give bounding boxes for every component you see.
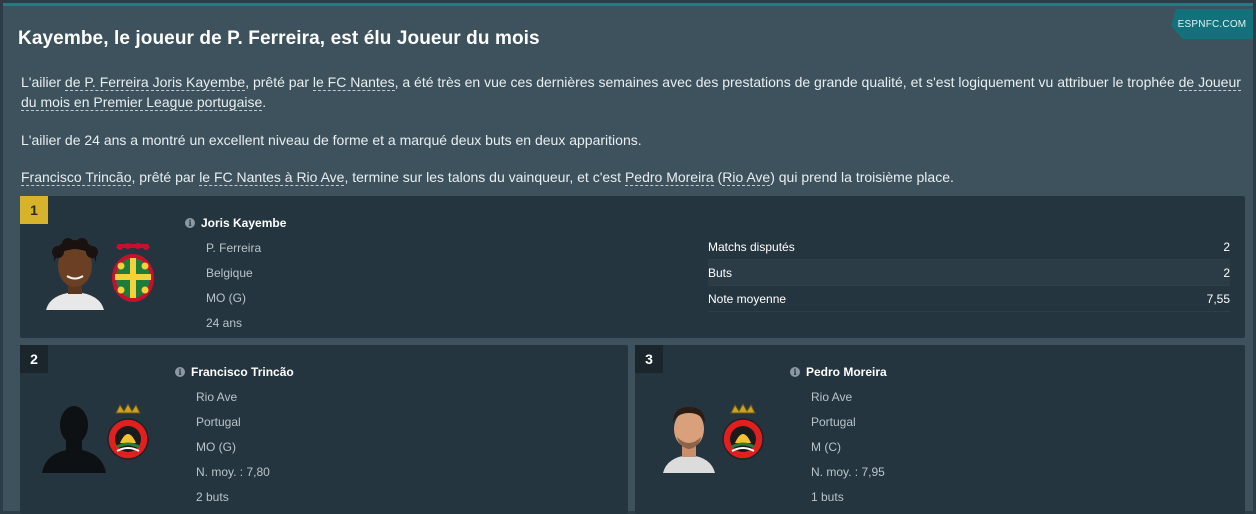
player-club[interactable]: P. Ferreira bbox=[206, 241, 261, 255]
stats-table: Matchs disputés 2 Buts 2 Note moyenne 7,… bbox=[708, 234, 1230, 312]
text: L'ailier bbox=[21, 74, 65, 90]
text: ( bbox=[713, 169, 723, 185]
text: , termine sur les talons du vainqueur, e… bbox=[344, 169, 625, 185]
paragraph-1: L'ailier de P. Ferreira Joris Kayembe, p… bbox=[21, 72, 1246, 112]
club-crest-pacos-ferreira bbox=[112, 243, 154, 302]
winner-card: 1 i Joris Kayembe P. Ferreira Belgique M… bbox=[20, 196, 1245, 338]
text: , prêté par bbox=[245, 74, 313, 90]
paragraph-2: L'ailier de 24 ans a montré un excellent… bbox=[21, 132, 642, 148]
text: , a été très en vue ces dernières semain… bbox=[394, 74, 1179, 90]
player-nationality: Portugal bbox=[811, 415, 856, 429]
player-age: 24 ans bbox=[206, 316, 243, 330]
news-panel: ESPNFC.COM Kayembe, le joueur de P. Ferr… bbox=[3, 3, 1253, 514]
text: , prêté par bbox=[131, 169, 200, 185]
rank-badge: 2 bbox=[20, 345, 48, 373]
loan-club-link[interactable]: le FC Nantes bbox=[312, 74, 395, 91]
player-name[interactable]: i Joris Kayembe bbox=[185, 216, 286, 230]
info-icon: i bbox=[790, 367, 800, 377]
text: . bbox=[262, 94, 267, 110]
stat-label: Matchs disputés bbox=[708, 239, 795, 254]
player-name-text[interactable]: Francisco Trincão bbox=[191, 365, 294, 379]
player-link-trincao[interactable]: Francisco Trincão bbox=[21, 169, 132, 186]
source-badge: ESPNFC.COM bbox=[1171, 9, 1253, 39]
player-nationality: Portugal bbox=[196, 415, 241, 429]
player-photo-moreira[interactable] bbox=[661, 401, 717, 473]
player-photo-kayembe[interactable] bbox=[40, 236, 110, 310]
player-goals: 2 buts bbox=[196, 490, 229, 504]
player-position: MO (G) bbox=[196, 440, 236, 454]
club-crest-rio-ave bbox=[722, 403, 764, 460]
player-goals: 1 buts bbox=[811, 490, 844, 504]
player-position: MO (G) bbox=[206, 291, 246, 305]
info-icon: i bbox=[185, 218, 195, 228]
stat-value: 2 bbox=[1223, 265, 1230, 280]
player-link-moreira[interactable]: Pedro Moreira bbox=[624, 169, 714, 186]
stat-value: 2 bbox=[1223, 239, 1230, 254]
player-name[interactable]: i Francisco Trincão bbox=[175, 365, 294, 379]
player-name-text[interactable]: Pedro Moreira bbox=[806, 365, 887, 379]
rank-badge: 3 bbox=[635, 345, 663, 373]
stat-label: Buts bbox=[708, 265, 733, 280]
stat-row: Matchs disputés 2 bbox=[708, 234, 1230, 260]
player-club[interactable]: Rio Ave bbox=[196, 390, 237, 404]
player-club[interactable]: Rio Ave bbox=[811, 390, 852, 404]
club-player-link[interactable]: de P. Ferreira Joris Kayembe bbox=[64, 74, 246, 91]
club-link-rio-ave[interactable]: Rio Ave bbox=[722, 169, 771, 186]
stat-row: Buts 2 bbox=[708, 260, 1230, 286]
club-crest-rio-ave bbox=[107, 403, 149, 460]
info-icon: i bbox=[175, 367, 185, 377]
player-name-text[interactable]: Joris Kayembe bbox=[201, 216, 286, 230]
stat-value: 7,55 bbox=[1206, 291, 1230, 306]
third-place-card: 3 i Pedro Moreira Rio Ave Portugal M (C)… bbox=[635, 345, 1245, 514]
player-name[interactable]: i Pedro Moreira bbox=[790, 365, 887, 379]
loan-club-link[interactable]: le FC Nantes à Rio Ave bbox=[199, 169, 345, 186]
player-rating: N. moy. : 7,80 bbox=[196, 465, 270, 479]
stat-row: Note moyenne 7,55 bbox=[708, 286, 1230, 312]
paragraph-3: Francisco Trincão, prêté par le FC Nante… bbox=[21, 167, 1246, 187]
player-position: M (C) bbox=[811, 440, 841, 454]
stat-label: Note moyenne bbox=[708, 291, 787, 306]
runner-up-card: 2 i Francisco Trincão Rio Ave Portugal M… bbox=[20, 345, 628, 514]
text: ) qui prend la troisième place. bbox=[770, 169, 954, 185]
rank-badge: 1 bbox=[20, 196, 48, 224]
player-rating: N. moy. : 7,95 bbox=[811, 465, 885, 479]
player-silhouette-icon[interactable] bbox=[40, 401, 108, 473]
news-headline: Kayembe, le joueur de P. Ferreira, est é… bbox=[18, 28, 540, 49]
player-nationality: Belgique bbox=[206, 266, 253, 280]
